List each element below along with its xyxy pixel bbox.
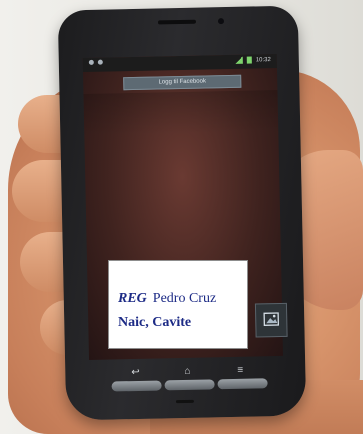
bottom-grille <box>175 399 194 404</box>
label-prefix: REG <box>118 291 147 306</box>
smartphone: 10:32 Logg til Facebook ↩ ⌂ ≡ <box>57 5 307 421</box>
label-line-1: REG Pedro Cruz <box>118 291 216 307</box>
earpiece <box>157 19 197 25</box>
front-camera <box>217 18 225 25</box>
signal-icon <box>234 56 243 64</box>
notification-icon <box>88 59 94 65</box>
back-key[interactable] <box>111 380 162 392</box>
label-line-2: Naic, Cavite <box>118 315 192 330</box>
hardware-nav-bar: ↩ ⌂ ≡ <box>111 365 268 393</box>
battery-icon <box>246 56 252 64</box>
gallery-button[interactable] <box>254 302 288 338</box>
gallery-icon <box>263 312 280 326</box>
menu-key[interactable] <box>217 378 268 390</box>
notification-icon <box>97 59 103 65</box>
home-key[interactable] <box>164 379 215 391</box>
wallpaper-sheen <box>83 89 279 137</box>
photo-scene: 10:32 Logg til Facebook ↩ ⌂ ≡ REG Pedro C <box>0 0 363 434</box>
back-arrow-icon: ↩ <box>131 366 140 379</box>
menu-icon: ≡ <box>237 364 244 376</box>
name-label-card: REG Pedro Cruz Naic, Cavite <box>108 260 248 349</box>
facebook-login-notice[interactable]: Logg til Facebook <box>123 74 242 91</box>
status-bar: 10:32 <box>82 53 277 73</box>
home-icon: ⌂ <box>184 365 191 377</box>
status-time: 10:32 <box>255 56 271 63</box>
label-name: Pedro Cruz <box>152 291 217 306</box>
